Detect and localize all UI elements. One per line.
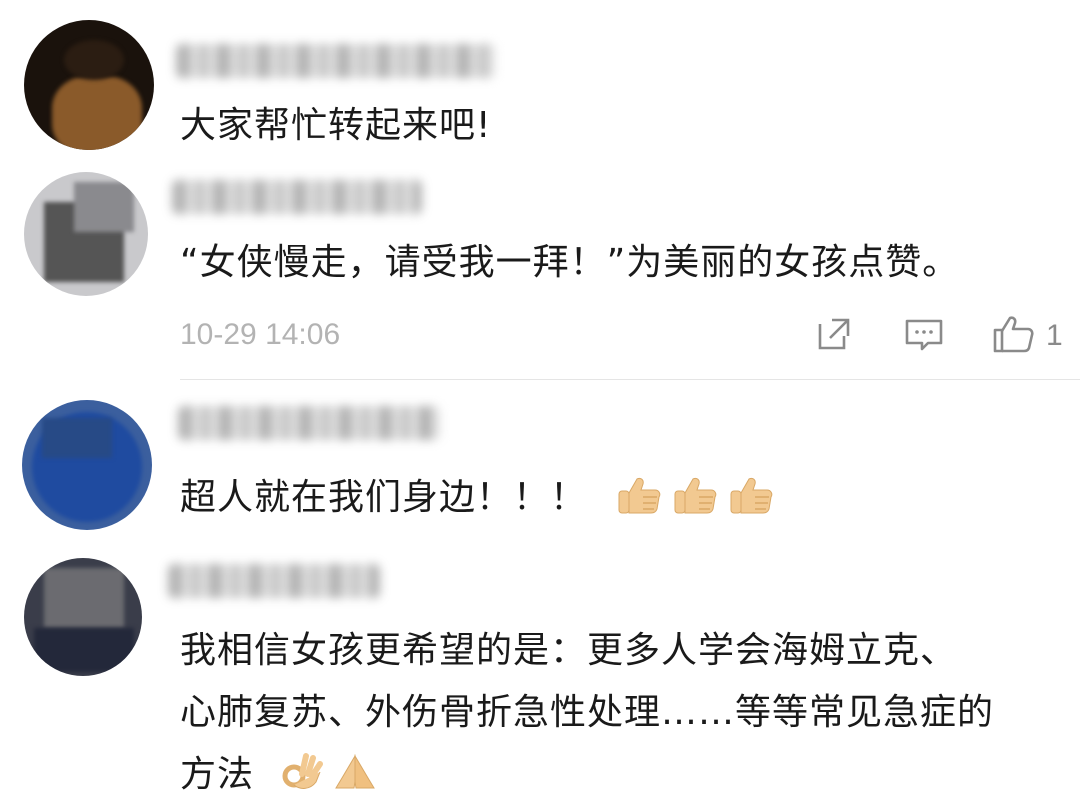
avatar[interactable] xyxy=(24,172,148,296)
username-blurred[interactable] xyxy=(178,406,440,440)
comment-text-line: 心肺复苏、外伤骨折急性处理……等等常见急症的 xyxy=(180,692,995,733)
comment-icon xyxy=(904,314,944,358)
avatar[interactable] xyxy=(24,558,142,676)
comment-item: 我相信女孩更希望的是：更多人学会海姆立克、 心肺复苏、外伤骨折急性处理……等等常… xyxy=(0,550,1080,797)
comment-text: 超人就在我们身边！！！ xyxy=(180,473,775,523)
pray-hands-emoji xyxy=(332,752,378,792)
thumbs-up-icon xyxy=(992,314,1036,358)
comment-item: 超人就在我们身边！！！ xyxy=(0,380,1080,550)
thumbs-up-emoji xyxy=(673,475,719,515)
comment-text: “女侠慢走，请受我一拜！”为美丽的女孩点赞。 xyxy=(180,242,960,283)
username-blurred[interactable] xyxy=(168,564,380,598)
share-button[interactable] xyxy=(814,316,854,356)
comment-text-line-last: 方法 xyxy=(180,750,378,800)
comment-text-line: 我相信女孩更希望的是：更多人学会海姆立克、 xyxy=(180,630,958,671)
thumbs-up-emoji xyxy=(617,475,663,515)
comment-item: “女侠慢走，请受我一拜！”为美丽的女孩点赞。 10-29 14:06 1 xyxy=(0,0,1080,380)
reply-button[interactable] xyxy=(904,316,944,356)
comment-text-content: 超人就在我们身边！！！ xyxy=(180,477,588,518)
ok-hand-emoji xyxy=(280,752,326,792)
comment-text-content: 方法 xyxy=(180,754,255,795)
comment-meta: 10-29 14:06 1 xyxy=(180,316,1080,356)
timestamp: 10-29 14:06 xyxy=(180,318,341,351)
thumbs-up-emoji xyxy=(729,475,775,515)
username-blurred[interactable] xyxy=(172,180,422,214)
like-button[interactable]: 1 xyxy=(992,316,1063,356)
share-icon xyxy=(814,314,854,358)
avatar[interactable] xyxy=(22,400,152,530)
like-count: 1 xyxy=(1046,319,1063,352)
